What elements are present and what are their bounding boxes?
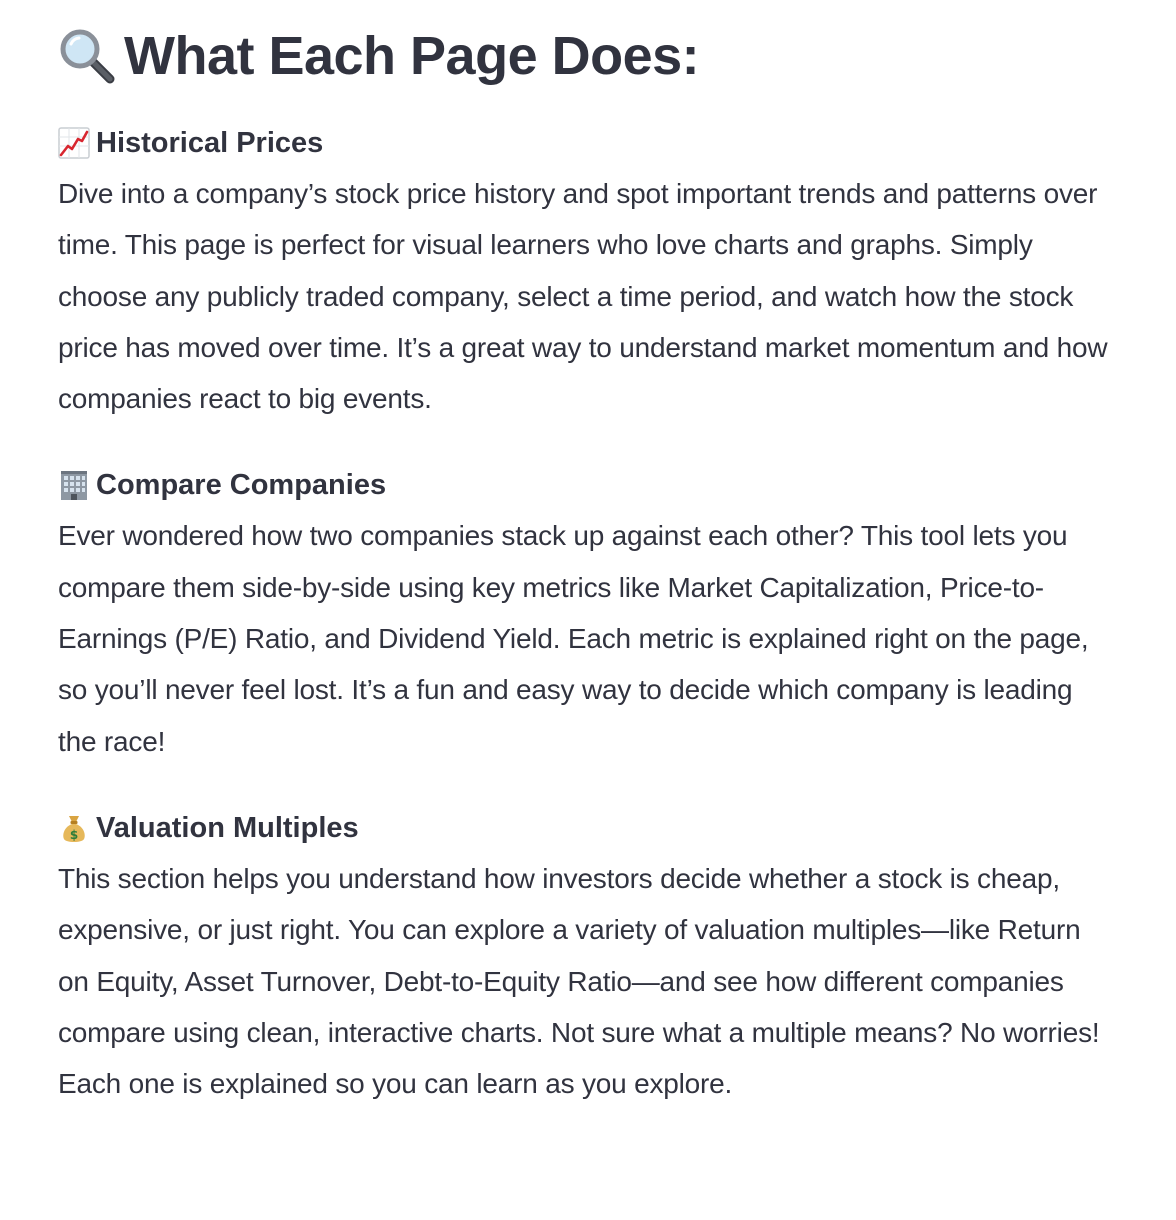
office-building-icon bbox=[58, 469, 90, 501]
svg-text:$: $ bbox=[70, 828, 78, 842]
section-historical-prices: Historical Prices Dive into a company’s … bbox=[58, 126, 1112, 424]
section-description: Ever wondered how two companies stack up… bbox=[58, 520, 1089, 757]
section-valuation-multiples: $ Valuation Multiples This section helps… bbox=[58, 811, 1112, 1109]
section-heading-text: Historical Prices bbox=[96, 127, 324, 159]
chart-increasing-icon bbox=[58, 127, 90, 159]
page-title-text: What Each Page Does: bbox=[124, 26, 700, 86]
page-container: What Each Page Does: Historical Prices D… bbox=[0, 0, 1176, 1220]
section-heading-text: Valuation Multiples bbox=[96, 811, 359, 844]
section-compare-companies: Compare Companies Ever wondered how two … bbox=[58, 468, 1112, 766]
section-description: Dive into a company’s stock price histor… bbox=[58, 178, 1108, 415]
page-title: What Each Page Does: bbox=[58, 24, 1112, 88]
section-heading: Historical Prices bbox=[58, 126, 1112, 160]
section-description: This section helps you understand how in… bbox=[58, 862, 1100, 1100]
section-heading-text: Compare Companies bbox=[96, 469, 387, 502]
money-bag-icon: $ bbox=[58, 812, 90, 844]
magnifying-glass-icon bbox=[58, 27, 116, 85]
section-heading: Compare Companies bbox=[58, 468, 1112, 502]
section-heading: $ Valuation Multiples bbox=[58, 811, 1112, 845]
